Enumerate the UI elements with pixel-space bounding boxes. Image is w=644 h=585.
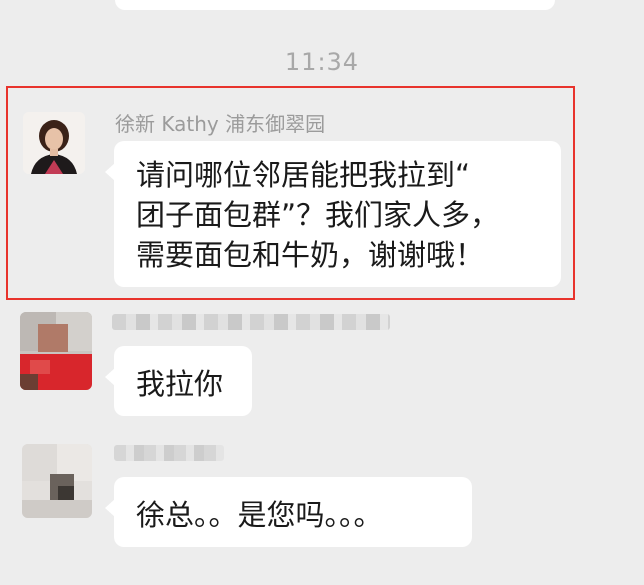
sender-avatar-blurred[interactable] [22, 444, 92, 518]
previous-message-bubble [115, 0, 555, 10]
sender-avatar[interactable] [23, 112, 85, 174]
message-bubble[interactable]: 请问哪位邻居能把我拉到“ 团子面包群”？我们家人多， 需要面包和牛奶，谢谢哦！ [105, 141, 561, 287]
message-bubble[interactable]: 我拉你 [105, 346, 252, 416]
woman-portrait-icon [23, 112, 85, 174]
sender-name-blurred [112, 314, 390, 330]
sender-avatar-blurred[interactable] [20, 312, 92, 390]
sender-name-blurred [114, 445, 224, 461]
blurred-avatar-icon [20, 312, 92, 390]
message-bubble[interactable]: 徐总。。是您吗。。。 [105, 477, 472, 547]
sender-name: 徐新 Kathy 浦东御翠园 [115, 112, 326, 136]
message-timestamp: 11:34 [284, 48, 360, 76]
blurred-avatar-icon [22, 444, 92, 518]
